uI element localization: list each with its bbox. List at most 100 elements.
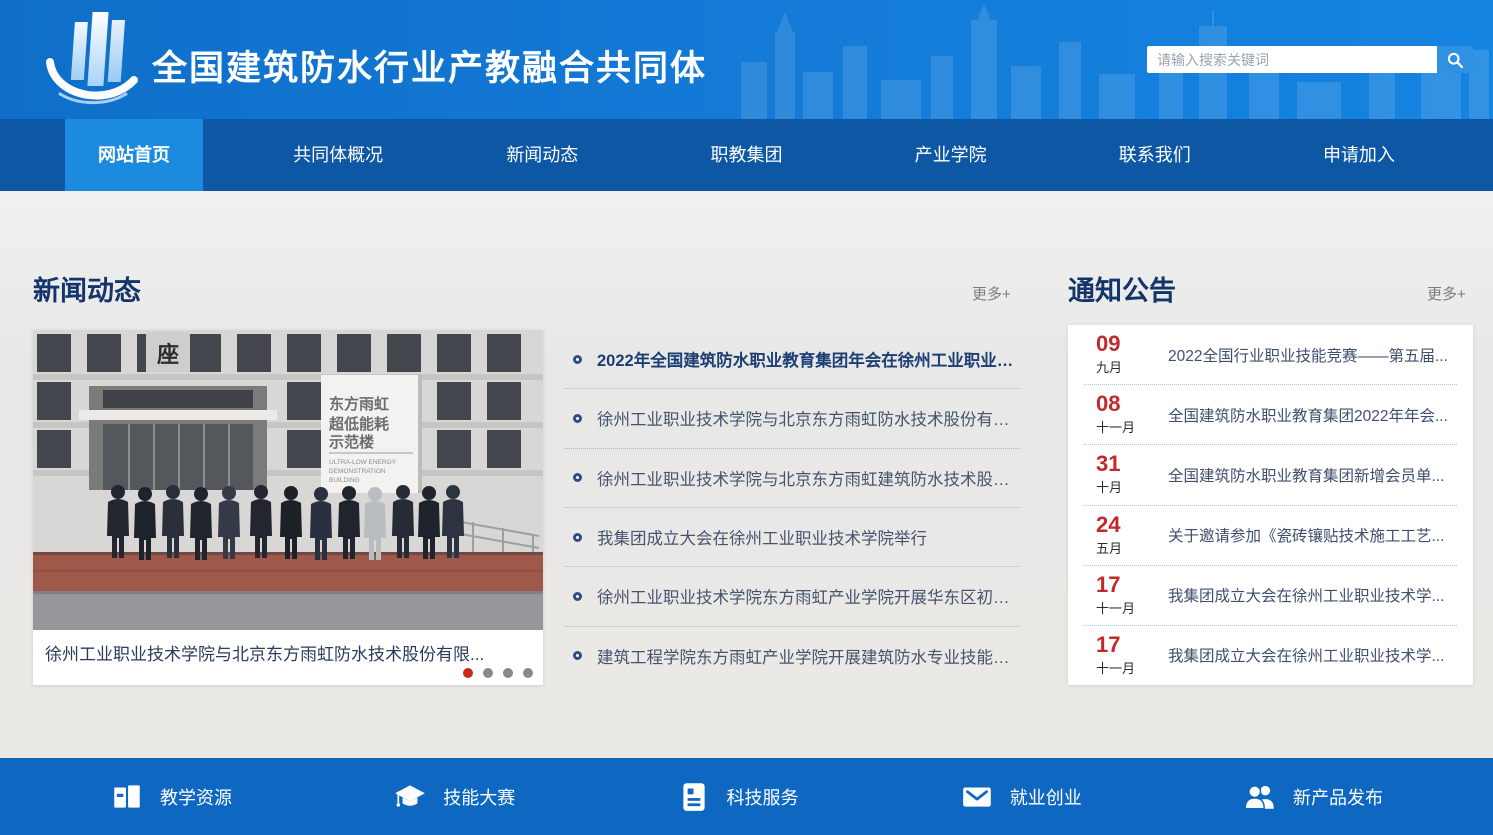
carousel-dot-3[interactable] bbox=[503, 668, 513, 678]
notices-section-title: 通知公告 bbox=[1068, 269, 1176, 308]
notice-month: 十一月 bbox=[1096, 598, 1148, 617]
notice-title: 全国建筑防水职业教育集团2022年年会... bbox=[1168, 404, 1448, 426]
envelope-icon bbox=[960, 780, 994, 814]
site-header: 全国建筑防水行业产教融合共同体 bbox=[0, 0, 1493, 119]
notice-date: 24 五月 bbox=[1084, 514, 1148, 557]
bullet-ring-icon bbox=[573, 533, 582, 542]
nav-item-contact[interactable]: 联系我们 bbox=[1086, 119, 1224, 191]
news-list-item[interactable]: 2022年全国建筑防水职业教育集团年会在徐州工业职业技... bbox=[565, 330, 1020, 389]
nav-item-industry-college[interactable]: 产业学院 bbox=[882, 119, 1020, 191]
notice-day: 17 bbox=[1096, 574, 1148, 596]
notice-item[interactable]: 31 十月 全国建筑防水职业教育集团新增会员单... bbox=[1084, 445, 1457, 505]
notice-date: 09 九月 bbox=[1084, 333, 1148, 376]
notice-month: 五月 bbox=[1096, 538, 1148, 557]
footer-quick-links: 教学资源 技能大赛 科技服务 就业创业 bbox=[0, 758, 1493, 835]
carousel-dot-4[interactable] bbox=[523, 668, 533, 678]
search-icon bbox=[1446, 51, 1464, 69]
notice-month: 九月 bbox=[1096, 357, 1148, 376]
news-item-title: 徐州工业职业技术学院东方雨虹产业学院开展华东区初级... bbox=[597, 584, 1020, 608]
footer-item-skills-competition[interactable]: 技能大赛 bbox=[393, 780, 515, 814]
nav-item-news[interactable]: 新闻动态 bbox=[473, 119, 611, 191]
bullet-ring-icon bbox=[573, 651, 582, 660]
search-button[interactable] bbox=[1437, 46, 1473, 73]
notice-item[interactable]: 17 十一月 我集团成立大会在徐州工业职业技术学... bbox=[1084, 566, 1457, 626]
notice-title: 关于邀请参加《瓷砖镶贴技术施工工艺... bbox=[1168, 524, 1444, 546]
main-nav: 网站首页 共同体概况 新闻动态 职教集团 产业学院 联系我们 申请加入 bbox=[0, 119, 1493, 191]
footer-item-new-products[interactable]: 新产品发布 bbox=[1243, 780, 1383, 814]
footer-item-label: 新产品发布 bbox=[1293, 784, 1383, 810]
notices-panel: 09 九月 2022全国行业职业技能竞赛——第五届... 08 十一月 全国建筑… bbox=[1068, 325, 1473, 685]
news-list-item[interactable]: 建筑工程学院东方雨虹产业学院开展建筑防水专业技能培训 bbox=[565, 627, 1020, 685]
nav-item-vocational-group[interactable]: 职教集团 bbox=[677, 119, 815, 191]
svg-text:ULTRA-LOW ENERGY: ULTRA-LOW ENERGY bbox=[329, 459, 397, 466]
footer-item-teaching-resources[interactable]: 教学资源 bbox=[110, 780, 232, 814]
carousel-dot-1[interactable] bbox=[463, 668, 473, 678]
search-input[interactable] bbox=[1147, 46, 1437, 73]
main-content: 新闻动态 更多+ 通知公告 更多+ bbox=[0, 191, 1493, 758]
news-item-title: 徐州工业职业技术学院与北京东方雨虹建筑防水技术股份... bbox=[597, 466, 1020, 490]
buildings-glyph bbox=[70, 12, 125, 86]
books-icon bbox=[110, 780, 144, 814]
nav-item-overview[interactable]: 共同体概况 bbox=[269, 119, 407, 191]
notice-day: 08 bbox=[1096, 393, 1148, 415]
carousel-dot-2[interactable] bbox=[483, 668, 493, 678]
svg-text:BUILDING: BUILDING bbox=[329, 477, 360, 484]
people-icon bbox=[1243, 780, 1277, 814]
notice-date: 08 十一月 bbox=[1084, 393, 1148, 436]
notice-date: 17 十一月 bbox=[1084, 634, 1148, 677]
news-more-link[interactable]: 更多+ bbox=[972, 283, 1011, 304]
notice-month: 十月 bbox=[1096, 477, 1148, 496]
carousel-photo: 座 东方雨虹 超低能耗 示范楼 bbox=[33, 330, 543, 630]
graduation-cap-icon bbox=[393, 780, 427, 814]
news-list-item[interactable]: 徐州工业职业技术学院东方雨虹产业学院开展华东区初级... bbox=[565, 567, 1020, 626]
news-carousel[interactable]: 座 东方雨虹 超低能耗 示范楼 bbox=[33, 330, 543, 685]
notices-more-link[interactable]: 更多+ bbox=[1427, 283, 1466, 304]
svg-text:示范楼: 示范楼 bbox=[329, 433, 374, 451]
notice-month: 十一月 bbox=[1096, 658, 1148, 677]
carousel-caption[interactable]: 徐州工业职业技术学院与北京东方雨虹防水技术股份有限... bbox=[45, 640, 525, 665]
page: 全国建筑防水行业产教融合共同体 网站首页 共同体概况 新闻动态 职教集团 产业学… bbox=[0, 0, 1493, 835]
notice-month: 十一月 bbox=[1096, 417, 1148, 436]
carousel-dots bbox=[463, 668, 533, 678]
nav-item-apply[interactable]: 申请加入 bbox=[1290, 119, 1428, 191]
news-list-item[interactable]: 我集团成立大会在徐州工业职业技术学院举行 bbox=[565, 508, 1020, 567]
notice-day: 31 bbox=[1096, 453, 1148, 475]
site-title: 全国建筑防水行业产教融合共同体 bbox=[152, 40, 707, 91]
news-section-title: 新闻动态 bbox=[33, 269, 141, 308]
svg-text:超低能耗: 超低能耗 bbox=[328, 415, 389, 433]
bullet-ring-icon bbox=[573, 592, 582, 601]
footer-item-label: 技能大赛 bbox=[443, 784, 515, 810]
svg-text:DEMONSTRATION: DEMONSTRATION bbox=[329, 468, 386, 475]
footer-item-tech-services[interactable]: 科技服务 bbox=[677, 780, 799, 814]
notice-title: 我集团成立大会在徐州工业职业技术学... bbox=[1168, 644, 1444, 666]
notice-item[interactable]: 09 九月 2022全国行业职业技能竞赛——第五届... bbox=[1084, 325, 1457, 385]
bullet-ring-icon bbox=[573, 414, 582, 423]
news-item-title: 2022年全国建筑防水职业教育集团年会在徐州工业职业技... bbox=[597, 347, 1020, 371]
notice-item[interactable]: 24 五月 关于邀请参加《瓷砖镶贴技术施工工艺... bbox=[1084, 506, 1457, 566]
footer-item-employment[interactable]: 就业创业 bbox=[960, 780, 1082, 814]
carousel-caption-bar: 徐州工业职业技术学院与北京东方雨虹防水技术股份有限... bbox=[33, 630, 543, 685]
news-list: 2022年全国建筑防水职业教育集团年会在徐州工业职业技... 徐州工业职业技术学… bbox=[565, 330, 1020, 685]
notice-item[interactable]: 08 十一月 全国建筑防水职业教育集团2022年年会... bbox=[1084, 385, 1457, 445]
bullet-ring-icon bbox=[573, 355, 582, 364]
nav-item-home[interactable]: 网站首页 bbox=[65, 119, 203, 191]
news-list-item[interactable]: 徐州工业职业技术学院与北京东方雨虹防水技术股份有限... bbox=[565, 389, 1020, 448]
photo-building-label: 座 bbox=[157, 342, 179, 368]
footer-item-label: 科技服务 bbox=[727, 784, 799, 810]
notice-item[interactable]: 17 十一月 我集团成立大会在徐州工业职业技术学... bbox=[1084, 626, 1457, 685]
notice-title: 2022全国行业职业技能竞赛——第五届... bbox=[1168, 344, 1448, 366]
news-item-title: 我集团成立大会在徐州工业职业技术学院举行 bbox=[597, 525, 927, 549]
news-item-title: 徐州工业职业技术学院与北京东方雨虹防水技术股份有限... bbox=[597, 406, 1020, 430]
notice-title: 我集团成立大会在徐州工业职业技术学... bbox=[1168, 584, 1444, 606]
footer-item-label: 就业创业 bbox=[1010, 784, 1082, 810]
notice-day: 17 bbox=[1096, 634, 1148, 656]
site-logo[interactable] bbox=[30, 6, 146, 114]
news-list-item[interactable]: 徐州工业职业技术学院与北京东方雨虹建筑防水技术股份... bbox=[565, 449, 1020, 508]
news-item-title: 建筑工程学院东方雨虹产业学院开展建筑防水专业技能培训 bbox=[597, 644, 1020, 668]
search-bar bbox=[1147, 46, 1473, 73]
photo-sign: 东方雨虹 超低能耗 示范楼 ULTRA-LOW ENERGY DEMONSTRA… bbox=[321, 375, 422, 493]
svg-text:东方雨虹: 东方雨虹 bbox=[329, 395, 389, 413]
notice-day: 24 bbox=[1096, 514, 1148, 536]
footer-item-label: 教学资源 bbox=[160, 784, 232, 810]
notice-date: 17 十一月 bbox=[1084, 574, 1148, 617]
